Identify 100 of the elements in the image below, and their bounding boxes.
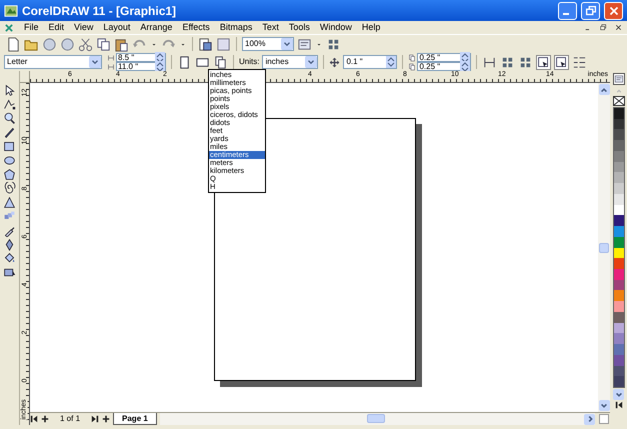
scroll-down-button[interactable] bbox=[598, 400, 610, 411]
color-swatch[interactable] bbox=[614, 118, 624, 130]
triangle-icon[interactable] bbox=[2, 196, 17, 208]
color-swatch[interactable] bbox=[614, 312, 624, 323]
color-swatch[interactable] bbox=[614, 366, 624, 376]
color-swatch[interactable] bbox=[614, 290, 624, 302]
menu-item[interactable]: Help bbox=[362, 23, 380, 32]
node-icon[interactable] bbox=[2, 98, 17, 110]
zoom-icon[interactable] bbox=[2, 112, 17, 124]
color-swatch[interactable] bbox=[614, 236, 624, 248]
menu-item[interactable]: Arrange bbox=[140, 23, 172, 32]
color-swatch[interactable] bbox=[614, 140, 624, 151]
paste-icon[interactable] bbox=[114, 36, 129, 52]
duplicate-y-field[interactable]: 0.25 " bbox=[417, 62, 472, 71]
menu-item[interactable]: View bbox=[74, 23, 94, 32]
ellipse-icon[interactable] bbox=[2, 154, 17, 166]
zoom-combo[interactable]: 100% bbox=[242, 37, 294, 51]
dropdown-button[interactable] bbox=[281, 38, 293, 50]
spiral-icon[interactable] bbox=[2, 182, 17, 194]
nudge-icon bbox=[329, 56, 340, 68]
copy-icon[interactable] bbox=[96, 36, 111, 52]
minimize-button[interactable] bbox=[558, 2, 577, 20]
new-document-icon[interactable] bbox=[6, 36, 21, 52]
menu-item[interactable]: File bbox=[24, 23, 39, 32]
menu-item[interactable]: Text bbox=[262, 23, 279, 32]
scroll-up-button[interactable] bbox=[598, 84, 610, 95]
palette-end-icon[interactable] bbox=[614, 401, 622, 409]
duplicate-y-field-value: 0.25 " bbox=[418, 62, 442, 70]
menu-item[interactable]: Layout bbox=[103, 23, 130, 32]
color-swatch[interactable] bbox=[614, 301, 624, 312]
duplicate-x-field-value: 0.25 " bbox=[418, 54, 442, 62]
minimize-icon bbox=[562, 13, 568, 15]
color-swatch[interactable] bbox=[614, 376, 624, 388]
color-swatch[interactable] bbox=[614, 150, 624, 162]
fill-bucket-icon[interactable] bbox=[2, 252, 17, 264]
export-icon[interactable] bbox=[216, 36, 231, 52]
rectangle-icon[interactable] bbox=[2, 140, 17, 152]
color-swatch[interactable] bbox=[614, 172, 624, 184]
restore-button[interactable] bbox=[581, 2, 600, 20]
color-swatch[interactable] bbox=[614, 354, 624, 366]
menu-item[interactable]: Effects bbox=[182, 23, 210, 32]
scroll-thumb[interactable] bbox=[599, 242, 609, 252]
units-combo[interactable]: inches bbox=[262, 55, 318, 69]
width-field-value: 8.5 " bbox=[117, 54, 136, 62]
color-swatch[interactable] bbox=[614, 269, 624, 280]
palette-menu-icon[interactable] bbox=[612, 73, 624, 85]
color-swatch[interactable] bbox=[614, 280, 624, 290]
select-icon[interactable] bbox=[554, 54, 570, 70]
polygon-icon[interactable] bbox=[2, 168, 17, 180]
menu-item[interactable]: Bitmaps bbox=[220, 23, 252, 32]
color-swatch[interactable] bbox=[614, 194, 624, 205]
dropdown-button[interactable] bbox=[89, 56, 101, 68]
page-count: 1 of 1 bbox=[60, 415, 80, 423]
close-button[interactable] bbox=[604, 2, 623, 20]
nudge-field[interactable]: 0.1 " bbox=[343, 55, 398, 69]
select-icon[interactable] bbox=[536, 54, 552, 70]
scroll-right-button[interactable] bbox=[584, 414, 595, 424]
add-page-icon[interactable] bbox=[102, 415, 110, 423]
pages-icon[interactable] bbox=[213, 54, 228, 70]
duplicate-x-icon bbox=[408, 54, 416, 62]
color-swatch[interactable] bbox=[614, 248, 624, 258]
height-field[interactable]: 11.0 " bbox=[116, 62, 166, 71]
first-page-icon[interactable] bbox=[30, 415, 38, 423]
cut-icon[interactable] bbox=[78, 36, 93, 52]
color-swatch[interactable] bbox=[614, 204, 624, 216]
menu-item[interactable]: Tools bbox=[288, 23, 310, 32]
application-icon[interactable] bbox=[297, 36, 312, 52]
restore-icon[interactable] bbox=[599, 23, 608, 32]
close-icon[interactable] bbox=[614, 23, 623, 32]
color-swatch[interactable] bbox=[614, 183, 624, 194]
scroll-thumb[interactable] bbox=[366, 414, 385, 423]
last-page-icon[interactable] bbox=[91, 415, 100, 423]
color-swatch[interactable] bbox=[614, 162, 624, 172]
width-icon bbox=[107, 54, 115, 62]
list-icon[interactable] bbox=[572, 54, 588, 70]
add-page-icon[interactable] bbox=[41, 415, 49, 423]
app-icon bbox=[4, 4, 18, 18]
spin-buttons[interactable] bbox=[386, 56, 396, 68]
color-swatch[interactable] bbox=[614, 333, 624, 344]
color-swatch[interactable] bbox=[614, 344, 624, 355]
color-swatch[interactable] bbox=[614, 215, 624, 226]
color-swatch[interactable] bbox=[614, 322, 624, 334]
page-tab[interactable]: Page 1 bbox=[113, 413, 157, 425]
palette-down-button[interactable] bbox=[613, 389, 624, 400]
color-swatch[interactable] bbox=[614, 129, 624, 140]
dropdown-button[interactable] bbox=[305, 56, 318, 68]
color-swatch[interactable] bbox=[614, 226, 624, 237]
paper-combo-value: Letter bbox=[6, 58, 28, 66]
no-color-swatch[interactable] bbox=[612, 96, 624, 106]
paper-combo[interactable]: Letter bbox=[4, 55, 102, 69]
import-icon[interactable] bbox=[198, 36, 213, 52]
color-swatch[interactable] bbox=[614, 108, 624, 119]
menu-item[interactable]: Edit bbox=[48, 23, 64, 32]
restore-icon bbox=[584, 4, 598, 18]
width-field[interactable]: 8.5 " bbox=[116, 53, 166, 62]
pen-icon[interactable] bbox=[2, 126, 17, 138]
duplicate-x-field[interactable]: 0.25 " bbox=[417, 53, 472, 62]
color-swatch[interactable] bbox=[614, 258, 624, 270]
window-title: CorelDRAW 11 - [Graphic1] bbox=[22, 2, 178, 20]
menu-item[interactable]: Window bbox=[320, 23, 352, 32]
